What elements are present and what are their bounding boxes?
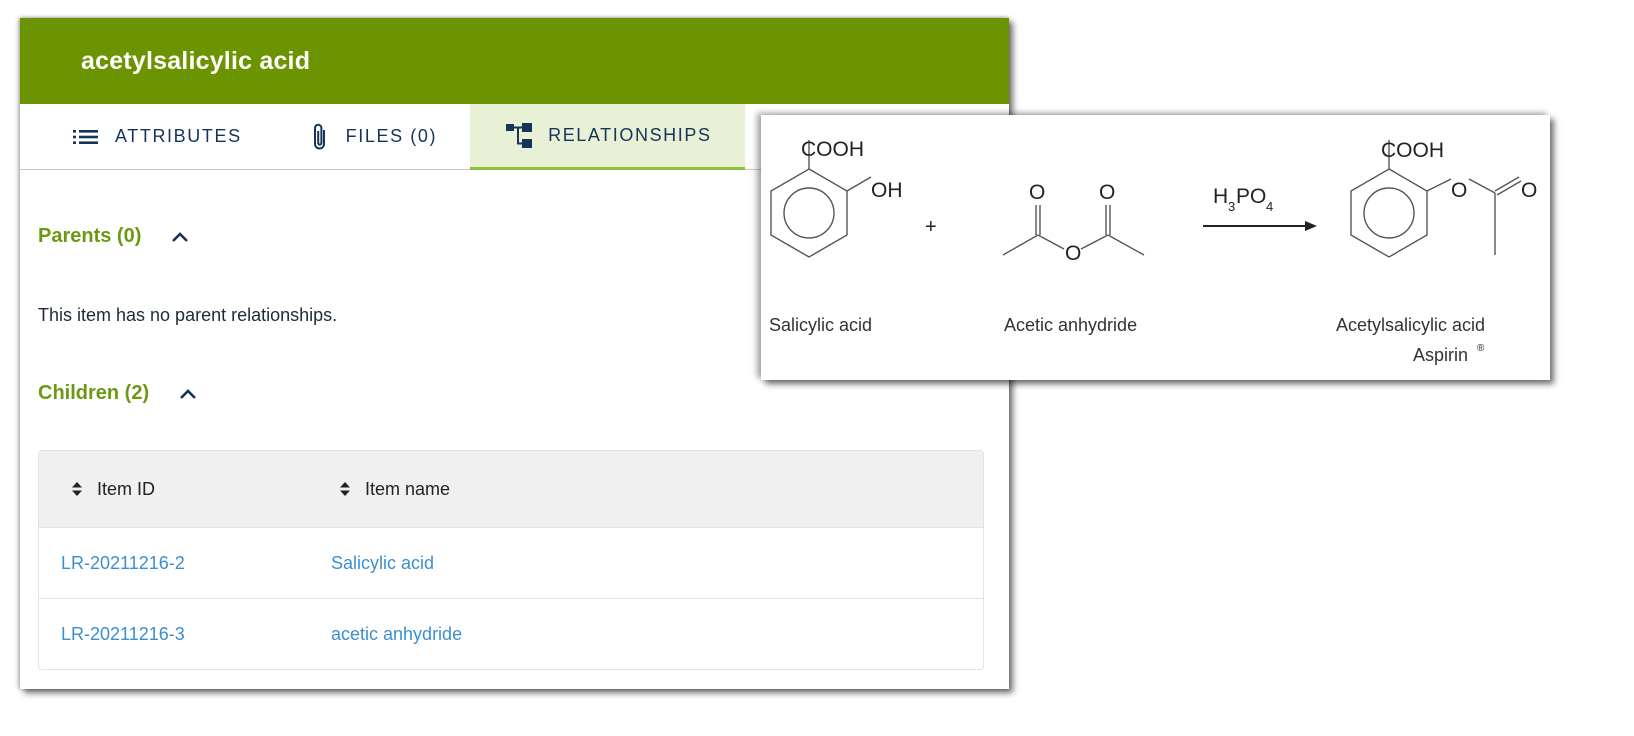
hierarchy-icon	[506, 122, 533, 149]
table-header: Item ID Item name	[39, 451, 983, 528]
item-id-link[interactable]: LR-20211216-2	[39, 553, 309, 574]
oh-label: OH	[871, 179, 903, 202]
acetic-anhydride-label: Acetic anhydride	[1004, 315, 1137, 335]
paperclip-icon	[310, 122, 330, 152]
sort-icon	[71, 481, 83, 497]
column-header-label: Item ID	[97, 478, 156, 499]
cooh-label: COOH	[801, 138, 864, 161]
list-icon	[73, 128, 99, 146]
item-title: acetylsalicylic acid	[81, 46, 311, 75]
svg-text:PO: PO	[1236, 185, 1266, 208]
tab-files[interactable]: FILES (0)	[273, 104, 470, 169]
chevron-up-icon[interactable]	[179, 388, 197, 400]
oxygen-label: O	[1029, 181, 1045, 204]
column-header-label: Item name	[365, 478, 451, 499]
children-title: Children (2)	[38, 382, 150, 404]
oxygen-label: O	[1099, 181, 1115, 204]
acetylsalicylic-acid-label: Acetylsalicylic acid	[1336, 315, 1485, 335]
children-table: Item ID Item name LR-20211216-2 Salicyli…	[38, 450, 984, 670]
plus-sign: +	[925, 216, 937, 238]
children-section-header: Children (2)	[38, 382, 197, 405]
tab-attributes-label: ATTRIBUTES	[115, 126, 242, 146]
parents-section-header: Parents (0)	[38, 225, 189, 248]
reaction-scheme-image: COOH OH + O O O H 3 PO 4 COOH O O Salicy…	[761, 115, 1550, 380]
oxygen-label: O	[1065, 242, 1081, 265]
column-header-item-name[interactable]: Item name	[309, 479, 450, 500]
oxygen-label: O	[1521, 179, 1537, 202]
aspirin-label: Aspirin	[1413, 345, 1468, 365]
item-header: acetylsalicylic acid	[20, 18, 1009, 104]
table-row: LR-20211216-3 acetic anhydride	[39, 599, 983, 669]
tab-relationships[interactable]: RELATIONSHIPS	[470, 104, 745, 170]
tab-attributes[interactable]: ATTRIBUTES	[20, 104, 273, 169]
column-header-item-id[interactable]: Item ID	[39, 479, 309, 500]
tab-files-label: FILES (0)	[345, 126, 438, 146]
trademark-symbol: ®	[1477, 343, 1485, 354]
salicylic-acid-label: Salicylic acid	[769, 315, 872, 335]
oxygen-label: O	[1451, 179, 1467, 202]
tab-relationships-label: RELATIONSHIPS	[548, 125, 712, 145]
item-name-link[interactable]: acetic anhydride	[309, 624, 462, 645]
item-name-link[interactable]: Salicylic acid	[309, 553, 434, 574]
catalyst-label: H 3 PO 4	[1213, 185, 1273, 214]
table-row: LR-20211216-2 Salicylic acid	[39, 528, 983, 599]
cooh-label: COOH	[1381, 139, 1444, 162]
item-id-link[interactable]: LR-20211216-3	[39, 624, 309, 645]
chevron-up-icon[interactable]	[171, 231, 189, 243]
reaction-arrow	[1203, 221, 1317, 231]
sort-icon	[339, 481, 351, 497]
svg-text:H: H	[1213, 185, 1228, 208]
parents-title: Parents (0)	[38, 225, 142, 247]
svg-text:3: 3	[1228, 199, 1235, 214]
parents-empty-message: This item has no parent relationships.	[38, 305, 338, 325]
svg-text:4: 4	[1266, 199, 1273, 214]
